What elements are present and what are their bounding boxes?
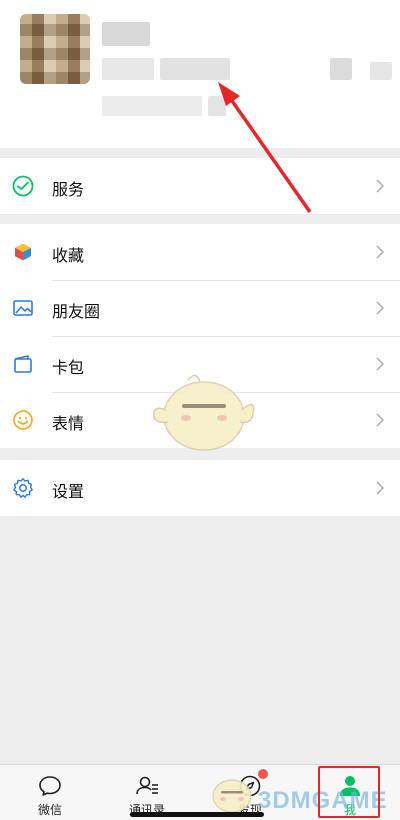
menu-item-label: 服务	[52, 182, 85, 199]
wechat-id-blurred	[160, 58, 230, 80]
menu-item-moments[interactable]: 朋友圈	[0, 280, 400, 336]
status-blurred	[208, 96, 226, 116]
smile-icon	[13, 410, 33, 430]
chevron-right-icon	[376, 179, 385, 193]
status-blurred[interactable]	[102, 96, 202, 116]
chat-bubble-icon	[39, 776, 61, 796]
chevron-right-icon	[370, 62, 392, 80]
image-icon	[13, 300, 33, 316]
wallet-icon	[14, 355, 32, 373]
home-indicator[interactable]	[130, 812, 264, 817]
contacts-icon	[136, 776, 158, 795]
gear-icon	[13, 478, 33, 498]
watermark-mascot-small	[212, 779, 252, 813]
chevron-right-icon	[376, 245, 385, 259]
wechat-pay-icon	[12, 175, 34, 197]
profile-header[interactable]	[0, 0, 400, 148]
menu-item-label: 表情	[52, 416, 85, 433]
nickname-blurred	[102, 22, 150, 46]
menu-item-services[interactable]: 服务	[0, 158, 400, 214]
chevron-right-icon	[376, 481, 385, 495]
qr-code-icon[interactable]	[330, 58, 352, 80]
menu-item-label: 朋友圈	[52, 304, 101, 321]
tab-label: 微信	[37, 803, 62, 817]
settings-group: 设置	[0, 460, 400, 516]
menu-item-label: 设置	[52, 484, 85, 501]
chevron-right-icon	[376, 301, 385, 315]
chevron-right-icon	[376, 357, 385, 371]
cube-icon	[14, 242, 32, 262]
chevron-right-icon	[376, 413, 385, 427]
menu-item-label: 收藏	[52, 248, 85, 265]
tab-chats[interactable]: 微信	[0, 765, 100, 820]
watermark-mascot	[153, 374, 255, 451]
avatar[interactable]	[20, 14, 90, 84]
menu-item-favorites[interactable]: 收藏	[0, 224, 400, 280]
services-group: 服务	[0, 158, 400, 214]
annotation-highlight-box	[318, 766, 380, 818]
menu-item-settings[interactable]: 设置	[0, 460, 400, 516]
notification-dot	[258, 769, 268, 779]
menu-item-label: 卡包	[52, 360, 85, 377]
wechat-id-blurred	[102, 58, 154, 80]
